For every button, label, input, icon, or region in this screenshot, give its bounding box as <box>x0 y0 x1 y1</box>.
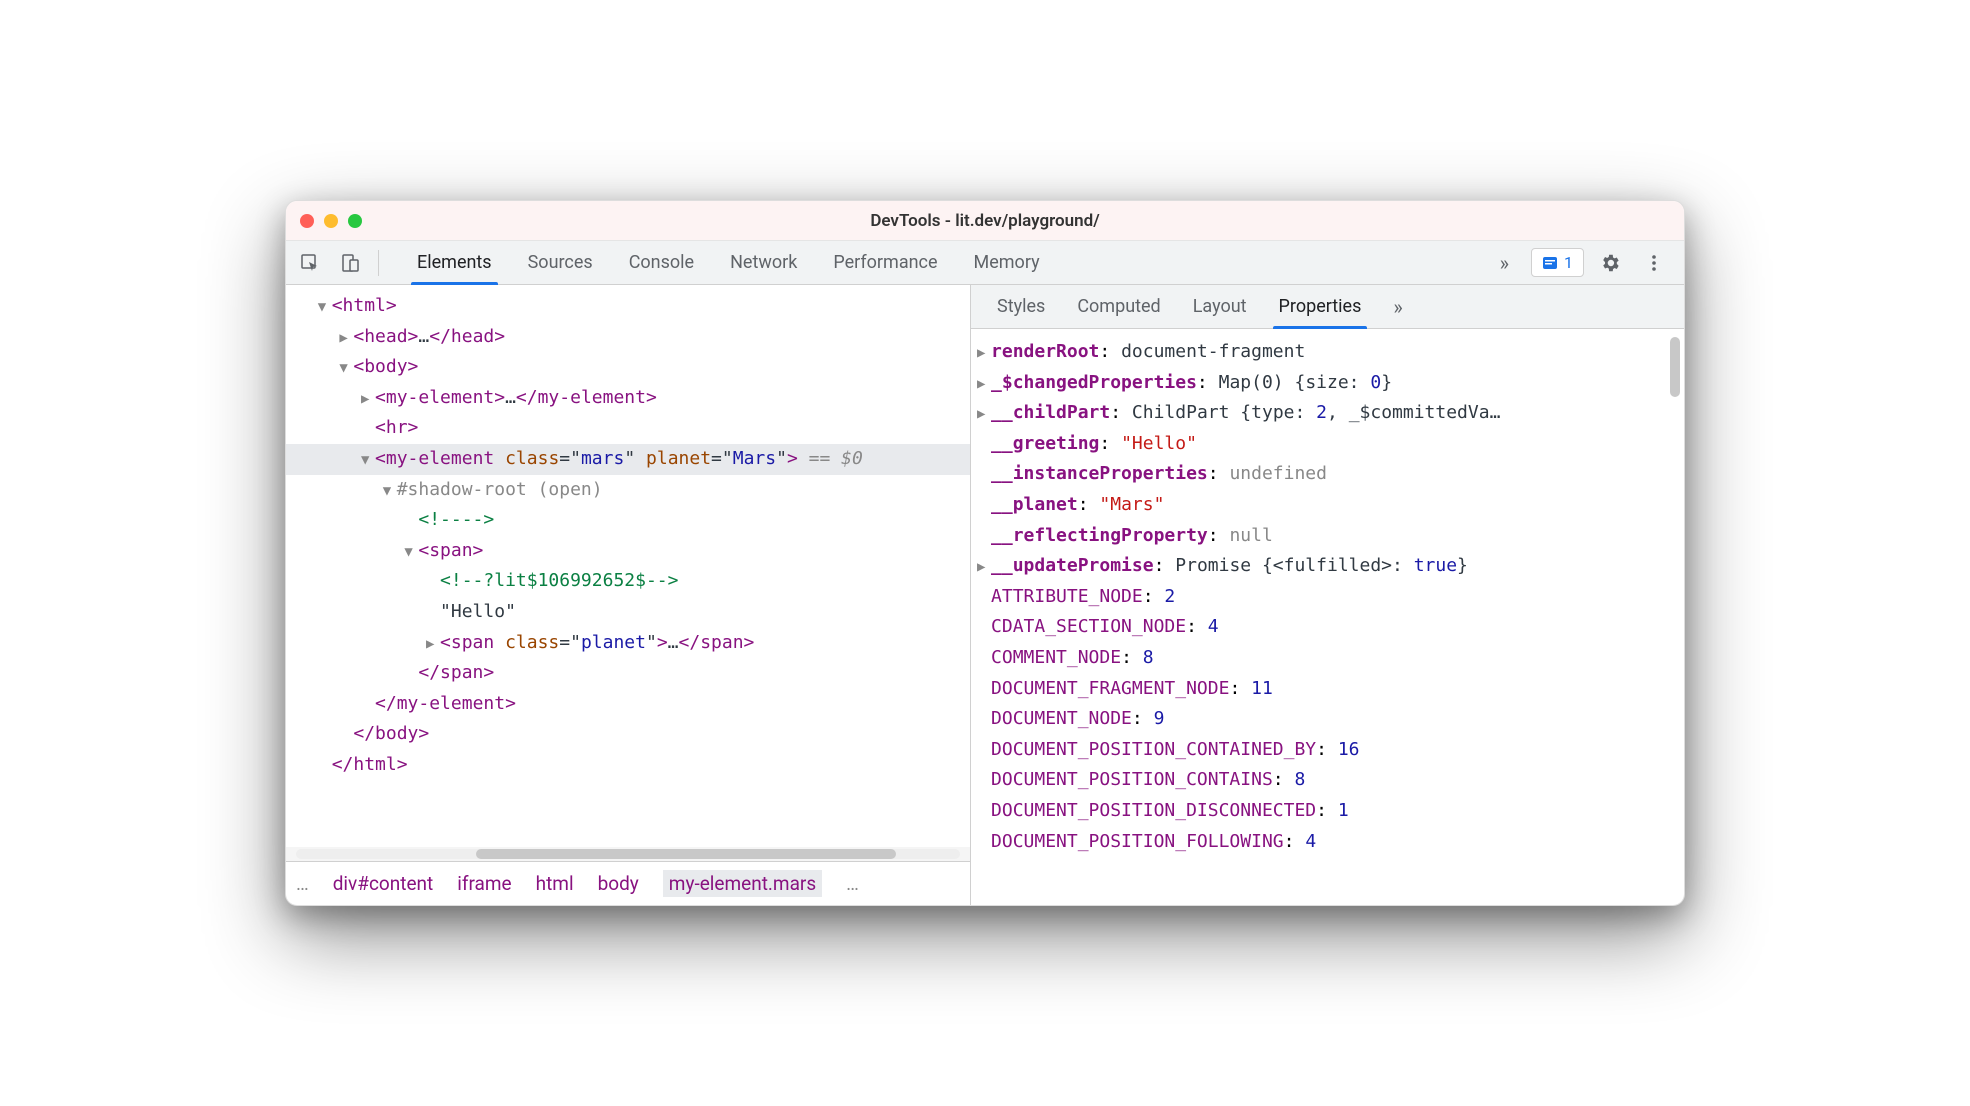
breadcrumb: … div#content iframe html body my-element.mar… <box>286 861 970 905</box>
property-row[interactable]: DOCUMENT_POSITION_FOLLOWING: 4 <box>977 827 1678 858</box>
dom-node[interactable]: ▶<head>…</head> <box>286 322 970 353</box>
tab-network[interactable]: Network <box>712 241 815 285</box>
sidebar-tab-computed[interactable]: Computed <box>1061 285 1176 329</box>
dom-node[interactable]: </html> <box>286 750 970 781</box>
minimize-window-button[interactable] <box>324 214 338 228</box>
elements-panel: ▼<html> ▶<head>…</head> ▼<body> ▶<my-ele… <box>286 285 971 905</box>
main-content: ▼<html> ▶<head>…</head> ▼<body> ▶<my-ele… <box>286 285 1684 905</box>
issues-count: 1 <box>1564 253 1573 272</box>
sidebar-panel: StylesComputedLayoutProperties» ▶renderR… <box>971 285 1684 905</box>
settings-icon[interactable] <box>1592 245 1628 281</box>
breadcrumb-item[interactable]: div#content <box>333 872 434 895</box>
close-window-button[interactable] <box>300 214 314 228</box>
breadcrumb-ellipsis[interactable]: … <box>846 872 859 895</box>
dom-tree[interactable]: ▼<html> ▶<head>…</head> ▼<body> ▶<my-ele… <box>286 285 970 847</box>
dom-node[interactable]: </body> <box>286 719 970 750</box>
property-row[interactable]: ▶__updatePromise: Promise {<fulfilled>: … <box>977 551 1678 582</box>
tab-performance[interactable]: Performance <box>815 241 955 285</box>
breadcrumb-ellipsis[interactable]: … <box>296 872 309 895</box>
property-row[interactable]: DOCUMENT_POSITION_DISCONNECTED: 1 <box>977 796 1678 827</box>
zoom-window-button[interactable] <box>348 214 362 228</box>
issues-button[interactable]: 1 <box>1531 248 1584 277</box>
breadcrumb-item[interactable]: iframe <box>457 872 511 895</box>
dom-node[interactable]: </span> <box>286 658 970 689</box>
sidebar-tab-properties[interactable]: Properties <box>1263 285 1378 329</box>
properties-pane[interactable]: ▶renderRoot: document-fragment▶_$changed… <box>971 329 1684 905</box>
panel-tabs: ElementsSourcesConsoleNetworkPerformance… <box>399 241 1478 285</box>
property-row[interactable]: __planet: "Mars" <box>977 490 1678 521</box>
dom-node[interactable]: <!--?lit$106992652$--> <box>286 566 970 597</box>
property-row[interactable]: ATTRIBUTE_NODE: 2 <box>977 582 1678 613</box>
tabs-overflow-button[interactable]: » <box>1482 241 1527 285</box>
titlebar: DevTools - lit.dev/playground/ <box>286 201 1684 241</box>
more-icon[interactable] <box>1636 245 1672 281</box>
horizontal-scrollbar[interactable] <box>286 847 970 861</box>
vertical-scrollbar[interactable] <box>1670 337 1680 397</box>
device-toolbar-icon[interactable] <box>332 245 368 281</box>
dom-node[interactable]: <hr> <box>286 413 970 444</box>
dom-node[interactable]: ▼<body> <box>286 352 970 383</box>
property-row[interactable]: __instanceProperties: undefined <box>977 459 1678 490</box>
breadcrumb-item[interactable]: my-element.mars <box>663 870 822 897</box>
dom-node[interactable]: ▼<html> <box>286 291 970 322</box>
property-row[interactable]: DOCUMENT_NODE: 9 <box>977 704 1678 735</box>
property-row[interactable]: COMMENT_NODE: 8 <box>977 643 1678 674</box>
dom-node[interactable]: </my-element> <box>286 689 970 720</box>
property-row[interactable]: __reflectingProperty: null <box>977 521 1678 552</box>
dom-node[interactable]: "Hello" <box>286 597 970 628</box>
property-row[interactable]: CDATA_SECTION_NODE: 4 <box>977 612 1678 643</box>
dom-node[interactable]: ▶<my-element>…</my-element> <box>286 383 970 414</box>
sidebar-tabs: StylesComputedLayoutProperties» <box>971 285 1684 329</box>
property-row[interactable]: ▶_$changedProperties: Map(0) {size: 0} <box>977 368 1678 399</box>
tab-console[interactable]: Console <box>611 241 712 285</box>
property-row[interactable]: __greeting: "Hello" <box>977 429 1678 460</box>
inspect-element-icon[interactable] <box>292 245 328 281</box>
property-row[interactable]: DOCUMENT_FRAGMENT_NODE: 11 <box>977 674 1678 705</box>
tab-sources[interactable]: Sources <box>510 241 611 285</box>
sidebar-tab-styles[interactable]: Styles <box>981 285 1061 329</box>
breadcrumb-item[interactable]: html <box>536 872 574 895</box>
traffic-lights <box>300 214 362 228</box>
sidebar-tabs-overflow[interactable]: » <box>1377 285 1418 329</box>
devtools-window: DevTools - lit.dev/playground/ ElementsS… <box>285 200 1685 906</box>
dom-node[interactable]: ▼<span> <box>286 536 970 567</box>
main-toolbar: ElementsSourcesConsoleNetworkPerformance… <box>286 241 1684 285</box>
sidebar-tab-layout[interactable]: Layout <box>1177 285 1263 329</box>
property-row[interactable]: ▶__childPart: ChildPart {type: 2, _$comm… <box>977 398 1678 429</box>
property-row[interactable]: DOCUMENT_POSITION_CONTAINED_BY: 16 <box>977 735 1678 766</box>
divider <box>378 250 379 276</box>
tab-elements[interactable]: Elements <box>399 241 510 285</box>
window-title: DevTools - lit.dev/playground/ <box>870 211 1099 231</box>
dom-node[interactable]: ▶<span class="planet">…</span> <box>286 628 970 659</box>
dom-node[interactable]: <!----> <box>286 505 970 536</box>
dom-node[interactable]: ▼#shadow-root (open) <box>286 475 970 506</box>
tab-memory[interactable]: Memory <box>956 241 1058 285</box>
property-row[interactable]: DOCUMENT_POSITION_CONTAINS: 8 <box>977 765 1678 796</box>
dom-node[interactable]: ▼<my-element class="mars" planet="Mars">… <box>286 444 970 475</box>
property-row[interactable]: ▶renderRoot: document-fragment <box>977 337 1678 368</box>
breadcrumb-item[interactable]: body <box>598 872 639 895</box>
